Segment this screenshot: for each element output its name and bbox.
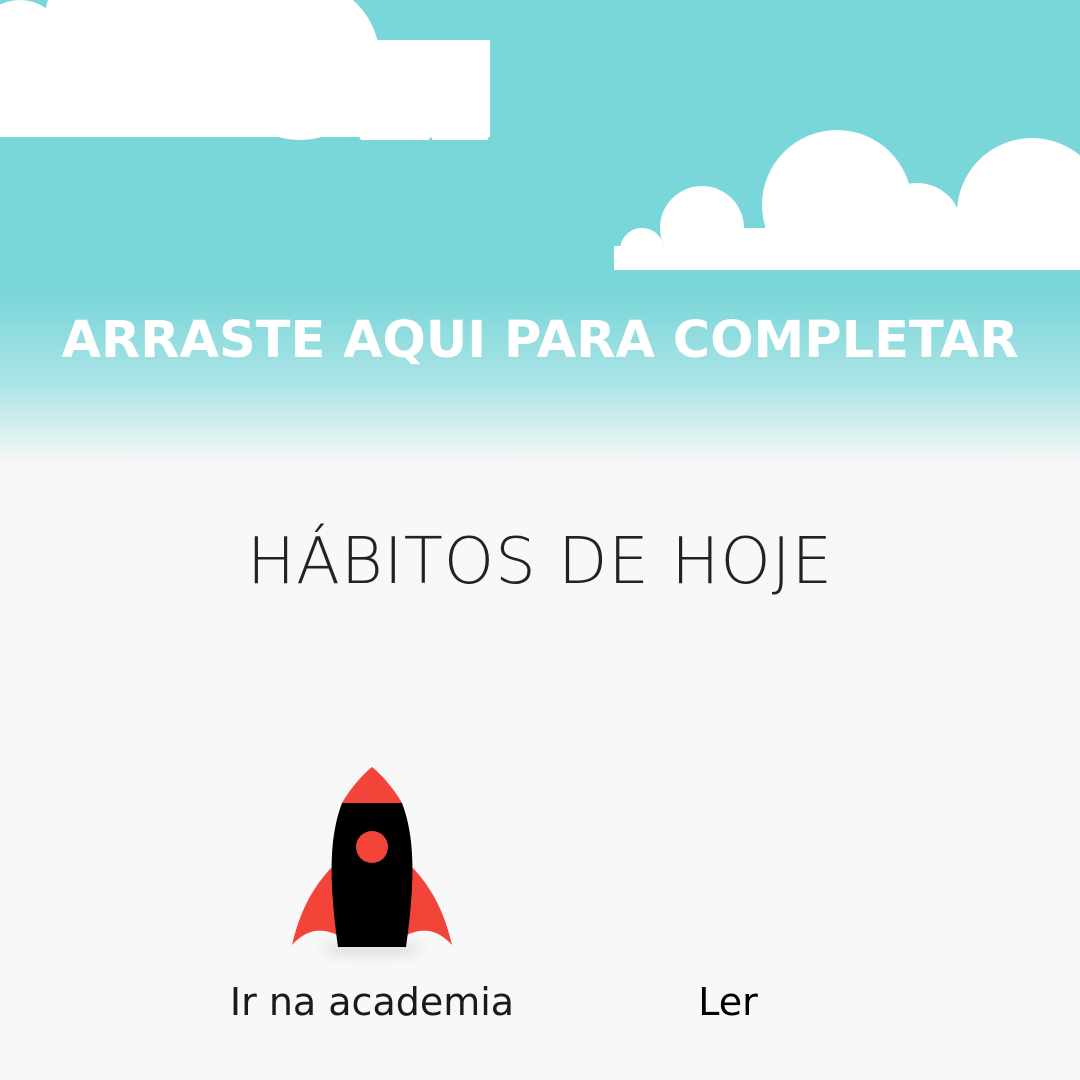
drop-zone-label: ARRASTE AQUI PARA COMPLETAR xyxy=(61,310,1019,370)
rocket-shadow xyxy=(322,942,422,956)
habit-item-gym[interactable]: Ir na academia xyxy=(212,765,532,1024)
habit-item-read[interactable]: Ler xyxy=(628,765,828,1024)
complete-drop-zone[interactable]: ARRASTE AQUI PARA COMPLETAR xyxy=(0,290,1080,390)
cloud-right-icon xyxy=(614,130,1080,270)
cloud-left-icon xyxy=(0,0,490,140)
habit-label: Ir na academia xyxy=(229,980,515,1024)
page-title: HÁBITOS DE HOJE xyxy=(247,525,833,599)
habit-label: Ler xyxy=(698,980,758,1024)
sky-background xyxy=(0,0,1080,470)
habit-icon-placeholder xyxy=(648,765,808,950)
rocket-icon[interactable] xyxy=(292,765,452,956)
habits-screen: ARRASTE AQUI PARA COMPLETAR HÁBITOS DE H… xyxy=(0,0,1080,1080)
